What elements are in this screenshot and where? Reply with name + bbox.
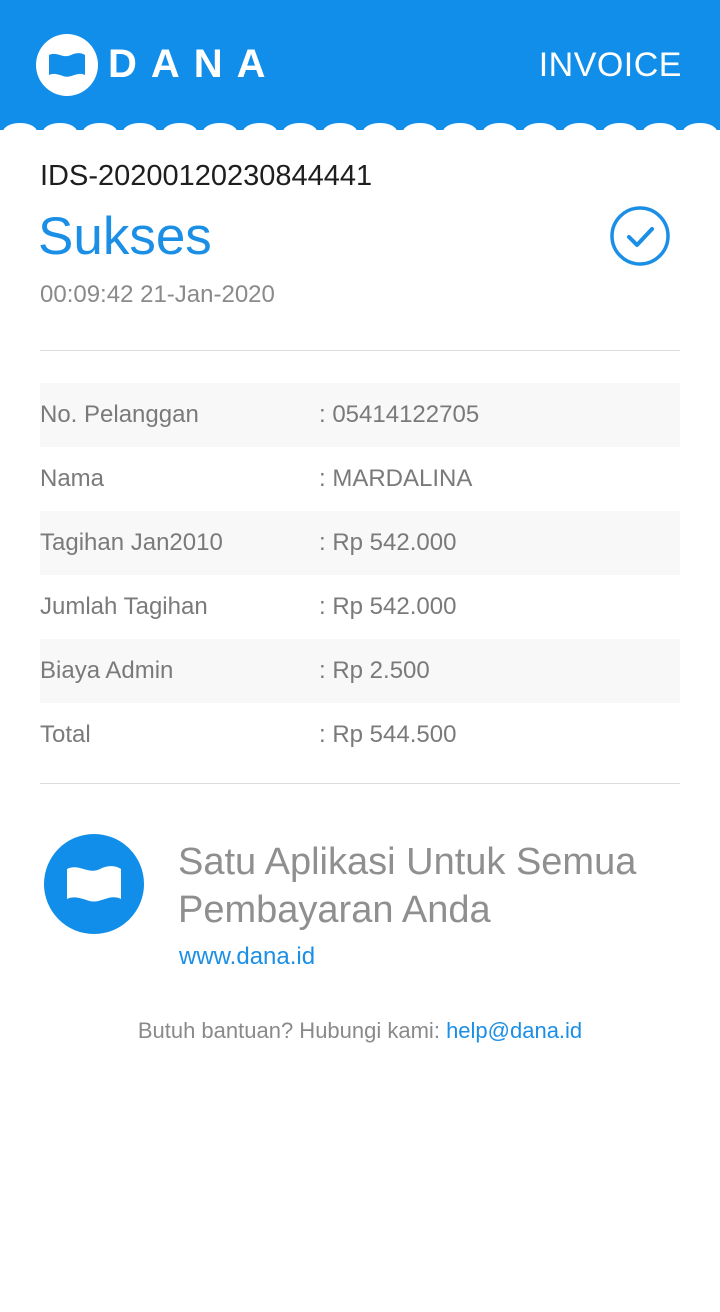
help-text: Butuh bantuan? Hubungi kami: (137, 1018, 440, 1043)
invoice-header: DANA INVOICE (0, 0, 720, 130)
transaction-status: Sukses (38, 207, 212, 266)
scalloped-edge (0, 123, 720, 134)
detail-value: : MARDALINA (319, 465, 473, 492)
detail-label: Jumlah Tagihan (40, 593, 208, 620)
promo-tagline: Satu Aplikasi Untuk Semua Pembayaran And… (178, 841, 637, 931)
check-circle-icon (610, 206, 670, 266)
detail-value: : 05414122705 (319, 401, 480, 428)
detail-value: : Rp 2.500 (319, 657, 430, 684)
detail-label: No. Pelanggan (40, 401, 199, 428)
transaction-id: IDS-20200120230844441 (40, 160, 373, 192)
detail-label: Total (40, 721, 91, 748)
website-link[interactable]: www.dana.id (179, 942, 315, 972)
detail-row-total: Total : Rp 544.500 (40, 703, 680, 767)
detail-label: Tagihan Jan2010 (40, 529, 223, 556)
detail-value: : Rp 542.000 (319, 593, 457, 620)
detail-label: Biaya Admin (40, 657, 174, 684)
detail-row-admin-fee: Biaya Admin : Rp 2.500 (40, 639, 680, 703)
dana-wave-logo-icon (49, 53, 85, 77)
document-type-label: INVOICE (538, 46, 682, 84)
detail-value: : Rp 544.500 (319, 721, 457, 748)
help-email-link[interactable]: help@dana.id (446, 1018, 582, 1043)
detail-value: : Rp 542.000 (319, 529, 457, 556)
transaction-datetime: 00:09:42 21-Jan-2020 (40, 281, 275, 308)
divider (40, 350, 680, 351)
dana-promo-logo (44, 834, 144, 934)
detail-row-name: Nama : MARDALINA (40, 447, 680, 511)
help-line: Butuh bantuan? Hubungi kami: help@dana.i… (0, 1016, 720, 1046)
brand-name: DANA (108, 42, 280, 86)
dana-wave-logo-icon (67, 866, 121, 902)
detail-label: Nama (40, 465, 105, 492)
dana-logo (36, 34, 98, 96)
invoice-details-table: No. Pelanggan : 05414122705 Nama : MARDA… (40, 383, 680, 767)
detail-row-bill-month: Tagihan Jan2010 : Rp 542.000 (40, 511, 680, 575)
detail-row-customer-number: No. Pelanggan : 05414122705 (40, 383, 680, 447)
divider (40, 783, 680, 784)
detail-row-bill-amount: Jumlah Tagihan : Rp 542.000 (40, 575, 680, 639)
